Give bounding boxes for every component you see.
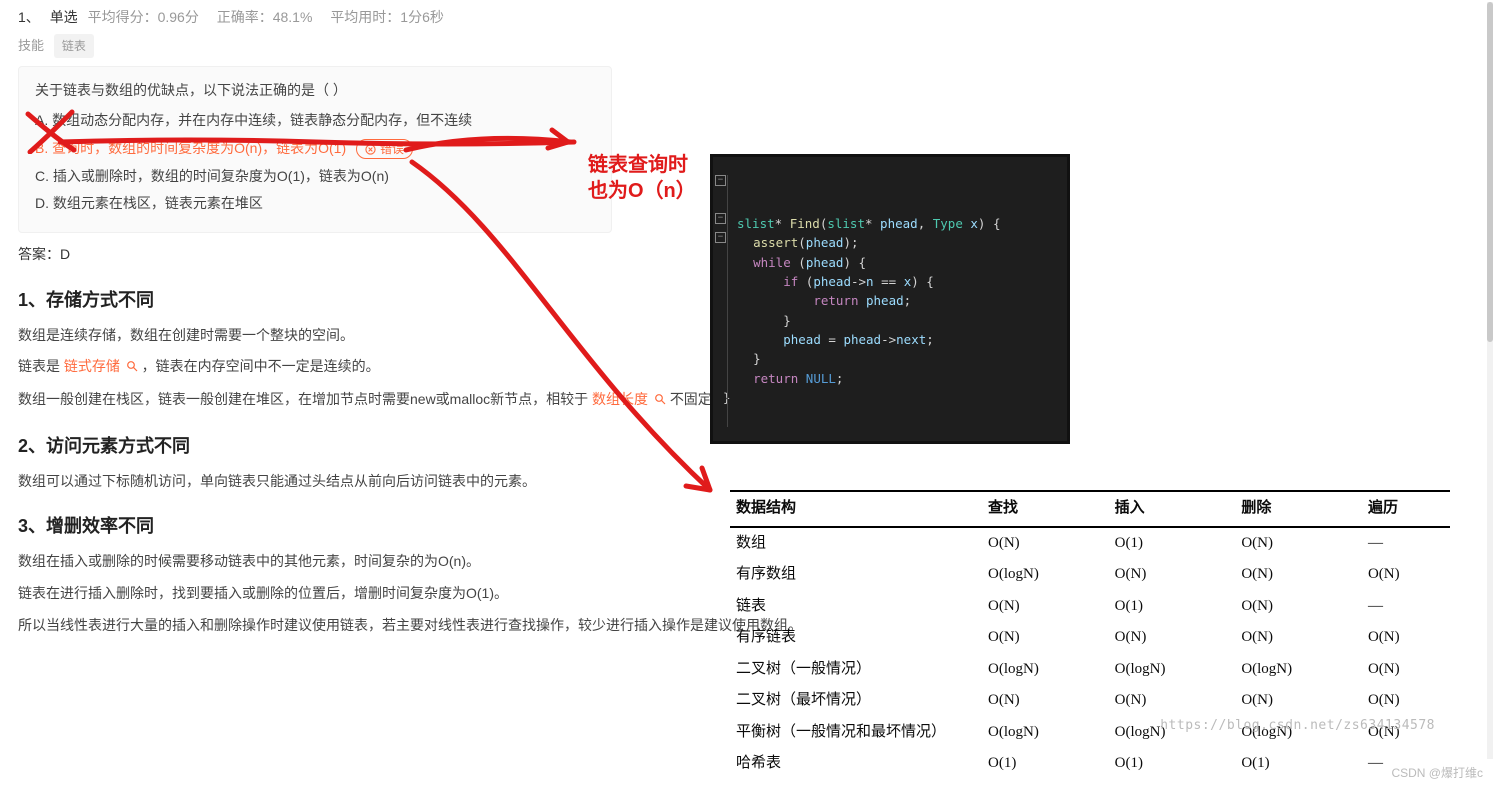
fold-minus-icon[interactable]: − [715,213,726,224]
hand-annotation-line2: 也为O（n） [588,178,696,204]
scrollbar-thumb[interactable] [1487,2,1493,342]
th-find: 查找 [982,491,1109,527]
table-row: 链表O(N)O(1)O(N)— [730,591,1450,623]
table-cell: — [1362,591,1450,623]
table-cell: O(1) [1109,527,1236,560]
table-cell: O(1) [1235,748,1362,780]
link-chain-storage[interactable]: 链式存储 [64,358,120,374]
table-cell: O(N) [1362,622,1450,654]
skill-label: 技能 [18,38,44,53]
table-cell: O(N) [1362,654,1450,686]
question-stem: 关于链表与数组的优缺点，以下说法正确的是（ ） [35,79,595,103]
table-cell: O(logN) [1109,654,1236,686]
meta-avg-time: 平均用时：1分6秒 [330,9,444,25]
skill-row: 技能 链表 [18,34,1477,58]
link-array-length[interactable]: 数组长度 [592,391,648,407]
table-cell: O(N) [1235,559,1362,591]
meta-avg-score: 平均得分：0.96分 [88,9,199,25]
table-cell: O(N) [982,622,1109,654]
option-c[interactable]: C. 插入或删除时，数组的时间复杂度为O(1)，链表为O(n) [35,165,595,189]
table-cell: 二叉树（最坏情况） [730,685,982,717]
fold-minus-icon[interactable]: − [715,175,726,186]
search-icon[interactable] [126,356,138,380]
table-cell: O(N) [1235,591,1362,623]
table-cell: O(N) [1109,622,1236,654]
code-snippet: − − − slist* Find(slist* phead, Type x) … [710,154,1070,444]
table-cell: O(N) [982,527,1109,560]
table-cell: O(1) [1109,748,1236,780]
th-insert: 插入 [1109,491,1236,527]
table-cell: O(logN) [982,654,1109,686]
th-delete: 删除 [1235,491,1362,527]
table-cell: O(logN) [982,559,1109,591]
table-cell: 二叉树（一般情况） [730,654,982,686]
table-cell: O(N) [982,591,1109,623]
table-cell: O(logN) [982,717,1109,749]
s1-p2-a: 链表是 [18,358,64,374]
page-root: 1、 单选 平均得分：0.96分 正确率：48.1% 平均用时：1分6秒 技能 … [0,0,1495,789]
table-header-row: 数据结构 查找 插入 删除 遍历 [730,491,1450,527]
table-cell: O(N) [1109,685,1236,717]
th-ds: 数据结构 [730,491,982,527]
s1-p2-b: ，链表在内存空间中不一定是连续的。 [142,358,380,374]
table-cell: O(N) [1362,559,1450,591]
table-cell: O(N) [1235,622,1362,654]
table-cell: O(1) [982,748,1109,780]
s1-p3-a: 数组一般创建在栈区，链表一般创建在堆区，在增加节点时需要new或malloc新节… [18,391,592,407]
option-d[interactable]: D. 数组元素在栈区，链表元素在堆区 [35,192,595,216]
table-row: 有序链表O(N)O(N)O(N)O(N) [730,622,1450,654]
table-cell: 数组 [730,527,982,560]
skill-tag[interactable]: 链表 [54,34,94,58]
table-cell: 平衡树（一般情况和最坏情况） [730,717,982,749]
table-cell: O(1) [1109,591,1236,623]
table-cell: — [1362,527,1450,560]
table-cell: O(N) [1235,527,1362,560]
table-cell: O(N) [1235,685,1362,717]
table-cell: 链表 [730,591,982,623]
fold-minus-icon[interactable]: − [715,232,726,243]
meta-accuracy: 正确率：48.1% [217,9,313,25]
table-row: 二叉树（一般情况）O(logN)O(logN)O(logN)O(N) [730,654,1450,686]
table-cell: O(N) [982,685,1109,717]
code-fold-gutter: − − − [715,175,728,427]
hand-drawn-underline-icon [58,128,578,158]
table-cell: 有序数组 [730,559,982,591]
watermark-csdn: CSDN @爆打维c [1391,763,1483,783]
question-type: 单选 [50,9,78,25]
table-cell: O(logN) [1235,654,1362,686]
search-icon[interactable] [654,389,666,413]
th-traverse: 遍历 [1362,491,1450,527]
table-row: 数组O(N)O(1)O(N)— [730,527,1450,560]
table-cell: O(N) [1109,559,1236,591]
question-index: 1、 [18,9,40,25]
table-row: 哈希表O(1)O(1)O(1)— [730,748,1450,780]
question-meta: 1、 单选 平均得分：0.96分 正确率：48.1% 平均用时：1分6秒 [18,6,1477,30]
table-cell: 有序链表 [730,622,982,654]
table-row: 二叉树（最坏情况）O(N)O(N)O(N)O(N) [730,685,1450,717]
table-row: 有序数组O(logN)O(N)O(N)O(N) [730,559,1450,591]
table-cell: 哈希表 [730,748,982,780]
hand-annotation: 链表查询时 也为O（n） [588,152,696,204]
watermark-url: https://blog.csdn.net/zs634134578 [1160,715,1435,737]
hand-annotation-line1: 链表查询时 [588,152,696,178]
table-cell: O(N) [1362,685,1450,717]
